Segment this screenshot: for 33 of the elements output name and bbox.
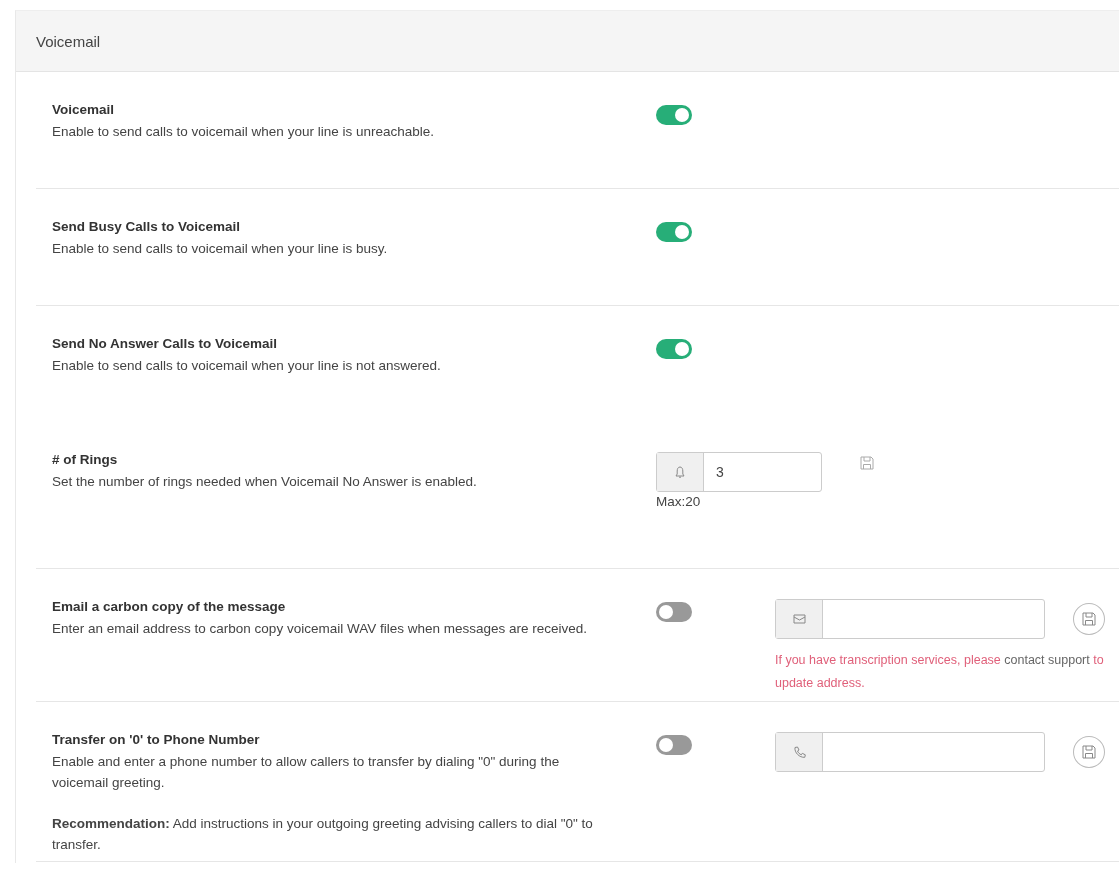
setting-description: Set the number of rings needed when Voicemail No Answer is enabled. [52,473,478,491]
setting-title: Transfer on '0' to Phone Number [52,732,261,747]
setting-description: Enable to send calls to voicemail when your line is not answered. [52,357,442,375]
phone-icon [792,745,806,759]
contact-support-link[interactable]: contact support [1004,653,1090,667]
toggle-switch[interactable] [656,339,692,359]
toggle-switch[interactable] [656,735,692,755]
email-field[interactable] [775,599,1046,639]
bell-icon [675,465,685,479]
panel-title: Voicemail [36,32,101,50]
save-icon[interactable] [860,456,874,470]
setting-description: Enter an email address to carbon copy voicemail WAV files when messages are received. [52,620,588,638]
save-button[interactable] [1073,603,1105,635]
toggle-switch[interactable] [656,602,692,622]
setting-title: Email a carbon copy of the message [52,599,287,614]
setting-title: Send No Answer Calls to Voicemail [52,336,279,351]
setting-title: # of Rings [52,452,119,467]
save-icon [1082,745,1097,759]
setting-description: Enable and enter a phone number to allow callers to transfer by dialing "0" during the voicemail greeting. [52,753,561,792]
save-button[interactable] [1073,736,1105,768]
notice-text: If you have transcription services, please contact support to update address. [775,652,1105,692]
setting-title: Send Busy Calls to Voicemail [52,219,242,234]
recommendation-text: Recommendation: Add instructions in your outgoing greeting advising callers to dial "0" to transfer. [52,815,594,854]
rings-field[interactable]: 3 [656,452,822,492]
phone-field[interactable] [775,732,1046,772]
envelope-icon [792,614,806,624]
setting-description: Enable to send calls to voicemail when your line is unreachable. [52,123,435,141]
setting-title: Voicemail [52,102,116,117]
save-icon [1082,612,1097,626]
setting-description: Enable to send calls to voicemail when your line is busy. [52,240,389,258]
max-hint: Max:20 [656,494,702,509]
toggle-switch[interactable] [656,105,692,125]
toggle-switch[interactable] [656,222,692,242]
